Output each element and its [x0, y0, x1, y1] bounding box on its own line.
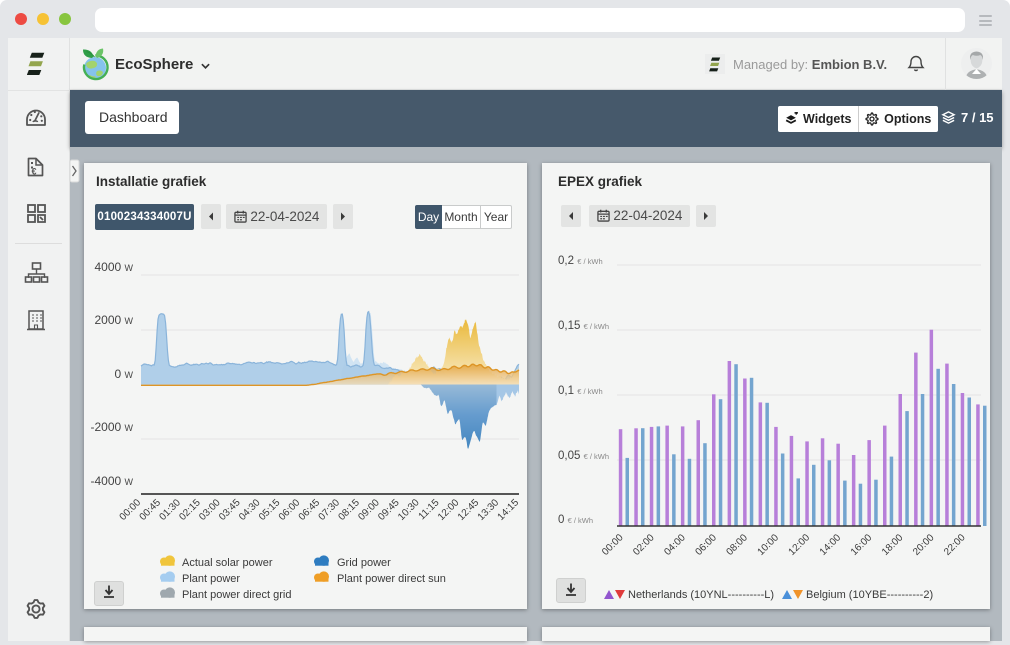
svg-text:14:15: 14:15 — [496, 497, 522, 523]
svg-text:€: € — [32, 167, 37, 177]
svg-text:0,2 € / kWh: 0,2 € / kWh — [558, 255, 603, 267]
svg-text:12:00: 12:00 — [787, 532, 813, 558]
svg-text:06:00: 06:00 — [277, 497, 303, 523]
svg-text:10:30: 10:30 — [396, 497, 422, 523]
svg-text:22:00: 22:00 — [942, 532, 968, 558]
svg-text:0,1 € / kWh: 0,1 € / kWh — [558, 385, 603, 397]
svg-text:10:00: 10:00 — [756, 532, 782, 558]
svg-text:0 € / kWh: 0 € / kWh — [558, 514, 593, 526]
svg-text:20:00: 20:00 — [911, 532, 937, 558]
svg-text:06:45: 06:45 — [297, 497, 323, 523]
svg-text:18:00: 18:00 — [880, 532, 906, 558]
svg-text:0 W: 0 W — [114, 367, 133, 381]
svg-text:09:00: 09:00 — [356, 497, 382, 523]
svg-text:2000 W: 2000 W — [94, 313, 133, 327]
svg-text:08:00: 08:00 — [724, 532, 750, 558]
svg-text:-4000 W: -4000 W — [90, 474, 133, 488]
svg-text:03:00: 03:00 — [197, 497, 223, 523]
svg-text:02:00: 02:00 — [631, 532, 657, 558]
svg-text:14:00: 14:00 — [818, 532, 844, 558]
svg-text:0,05 € / kWh: 0,05 € / kWh — [558, 450, 609, 462]
svg-text:13:30: 13:30 — [476, 497, 502, 523]
svg-text:07:30: 07:30 — [317, 497, 343, 523]
svg-text:09:45: 09:45 — [376, 497, 402, 523]
svg-text:Plant power: Plant power — [182, 573, 240, 585]
svg-text:03:45: 03:45 — [217, 497, 243, 523]
svg-text:05:15: 05:15 — [257, 497, 283, 523]
svg-text:0,15 € / kWh: 0,15 € / kWh — [558, 320, 609, 332]
svg-text:-2000 W: -2000 W — [90, 420, 133, 434]
svg-text:12:00: 12:00 — [436, 497, 462, 523]
svg-text:00:00: 00:00 — [600, 532, 626, 558]
svg-text:Netherlands (10YNL----------L): Netherlands (10YNL----------L) — [628, 589, 774, 601]
svg-text:08:15: 08:15 — [336, 497, 362, 523]
svg-text:Belgium (10YBE----------2): Belgium (10YBE----------2) — [806, 589, 933, 601]
svg-text:04:30: 04:30 — [237, 497, 263, 523]
svg-text:06:00: 06:00 — [693, 532, 719, 558]
svg-text:4000 W: 4000 W — [94, 260, 133, 274]
svg-text:00:45: 00:45 — [138, 497, 164, 523]
svg-text:02:15: 02:15 — [177, 497, 203, 523]
svg-text:Actual solar power: Actual solar power — [182, 557, 273, 569]
svg-text:16:00: 16:00 — [849, 532, 875, 558]
svg-text:Grid power: Grid power — [337, 557, 391, 569]
svg-text:Plant power direct grid: Plant power direct grid — [182, 589, 291, 601]
svg-text:04:00: 04:00 — [662, 532, 688, 558]
svg-text:01:30: 01:30 — [157, 497, 183, 523]
svg-text:00:00: 00:00 — [118, 497, 144, 523]
svg-text:12:45: 12:45 — [456, 497, 482, 523]
svg-text:Plant power direct sun: Plant power direct sun — [337, 573, 446, 585]
